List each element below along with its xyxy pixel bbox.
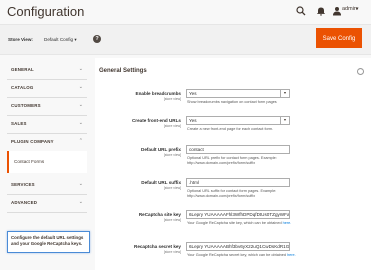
field-note: Your Google ReCaptcha secret key, which … bbox=[187, 253, 297, 258]
chevron-down-icon: ⌄ bbox=[78, 102, 83, 108]
chevron-down-icon[interactable]: ▾ bbox=[356, 6, 359, 12]
sidebar-item-catalog[interactable]: CATALOG ⌄ bbox=[7, 79, 87, 98]
sidebar-subitem-label: Contact Forms bbox=[14, 159, 45, 164]
section-title[interactable]: General Settings bbox=[99, 68, 147, 74]
enable-breadcrumbs-select[interactable]: Yes ▼ bbox=[186, 89, 290, 98]
sidebar-item-customers[interactable]: CUSTOMERS ⌄ bbox=[7, 97, 87, 116]
callout-tooltip: Configure the default URL settings and y… bbox=[7, 231, 90, 253]
bell-icon[interactable] bbox=[316, 6, 326, 16]
scope-note: [store view] bbox=[163, 153, 181, 157]
note-text: Your Google ReCaptcha secret key, which … bbox=[187, 253, 286, 257]
create-frontend-urls-select[interactable]: Yes ▼ bbox=[186, 116, 290, 125]
here-link[interactable]: here. bbox=[283, 221, 292, 225]
search-icon[interactable] bbox=[296, 6, 306, 16]
callout-text: Configure the default URL settings and y… bbox=[11, 235, 84, 246]
user-icon[interactable] bbox=[332, 6, 342, 16]
chevron-down-icon: ⌄ bbox=[78, 84, 83, 90]
scope-note: [store view] bbox=[163, 250, 181, 254]
chevron-down-icon: ▼ bbox=[280, 90, 289, 97]
select-value: Yes bbox=[189, 118, 197, 123]
sidebar-item-general[interactable]: GENERAL ⌄ bbox=[7, 61, 87, 80]
url-prefix-input[interactable]: contact bbox=[186, 145, 290, 154]
field-label: Enable breadcrumbs bbox=[135, 91, 181, 96]
collapse-icon[interactable]: ⌃ bbox=[357, 68, 364, 75]
sidebar-item-plugin-company[interactable]: PLUGIN COMPANY ⌃ bbox=[7, 133, 87, 152]
help-icon[interactable]: ? bbox=[93, 35, 101, 43]
scope-note: [store view] bbox=[163, 124, 181, 128]
recaptcha-site-key-input[interactable]: 6Lepry YUAAAAAFhl3WfhDPDqfDtUs0TZgyWFa bbox=[186, 210, 290, 219]
scope-note: [store view] bbox=[163, 97, 181, 101]
scope-label: Store View: bbox=[8, 37, 33, 42]
field-label: Create front-end URLs bbox=[131, 118, 181, 123]
select-value: Yes bbox=[189, 91, 197, 96]
field-label: Default URL prefix bbox=[141, 147, 181, 152]
chevron-down-icon: ▼ bbox=[280, 117, 289, 124]
sidebar-item-services[interactable]: SERVICES ⌄ bbox=[7, 176, 87, 195]
sidebar-item-label: SALES bbox=[11, 121, 27, 126]
field-note: Optional URL suffix for contact form pag… bbox=[187, 189, 277, 198]
recaptcha-secret-key-input[interactable]: 6Lepry YUAAAAABhf3bv6yX22uQ1CwDsKdR1GJ bbox=[186, 242, 290, 251]
chevron-down-icon: ⌄ bbox=[78, 120, 83, 126]
sidebar-item-label: GENERAL bbox=[11, 67, 34, 72]
sidebar-item-label: ADVANCED bbox=[11, 200, 38, 205]
scope-note: [store view] bbox=[163, 186, 181, 190]
field-note: Show breadcrumbs navigation on contact f… bbox=[187, 100, 277, 104]
chevron-down-icon: ⌄ bbox=[78, 199, 83, 205]
sidebar-item-label: CATALOG bbox=[11, 85, 34, 90]
url-suffix-input[interactable]: .html bbox=[186, 178, 290, 187]
page-title: Configuration bbox=[7, 4, 85, 19]
scope-switcher[interactable]: Default Config ▾ bbox=[44, 37, 77, 43]
field-note: Create a new front-end page for each con… bbox=[187, 127, 274, 131]
field-label: Default URL suffix bbox=[141, 180, 181, 185]
user-menu[interactable]: admin bbox=[342, 6, 357, 12]
chevron-down-icon: ⌄ bbox=[78, 181, 83, 187]
chevron-down-icon: ⌄ bbox=[78, 66, 83, 72]
field-label: Recaptcha secret key bbox=[134, 244, 181, 249]
field-note: Your Google ReCaptcha site key, which ca… bbox=[187, 221, 297, 226]
save-config-button[interactable]: Save Config bbox=[316, 28, 362, 48]
chevron-up-icon: ⌃ bbox=[78, 138, 83, 144]
field-note: Optional URL prefix for contact form pag… bbox=[187, 156, 277, 165]
sidebar-item-label: CUSTOMERS bbox=[11, 103, 41, 108]
sidebar-item-label: PLUGIN COMPANY bbox=[11, 139, 54, 144]
scope-note: [store view] bbox=[163, 218, 181, 222]
here-link[interactable]: here. bbox=[287, 253, 296, 257]
sidebar-item-label: SERVICES bbox=[11, 182, 35, 187]
sidebar-item-advanced[interactable]: ADVANCED ⌄ bbox=[7, 194, 87, 213]
field-label: ReCaptcha site key bbox=[138, 212, 181, 217]
sidebar-subitem-contact-forms[interactable]: Contact Forms bbox=[7, 151, 87, 173]
note-text: Your Google ReCaptcha site key, which ca… bbox=[187, 221, 282, 225]
sidebar-item-sales[interactable]: SALES ⌄ bbox=[7, 115, 87, 134]
